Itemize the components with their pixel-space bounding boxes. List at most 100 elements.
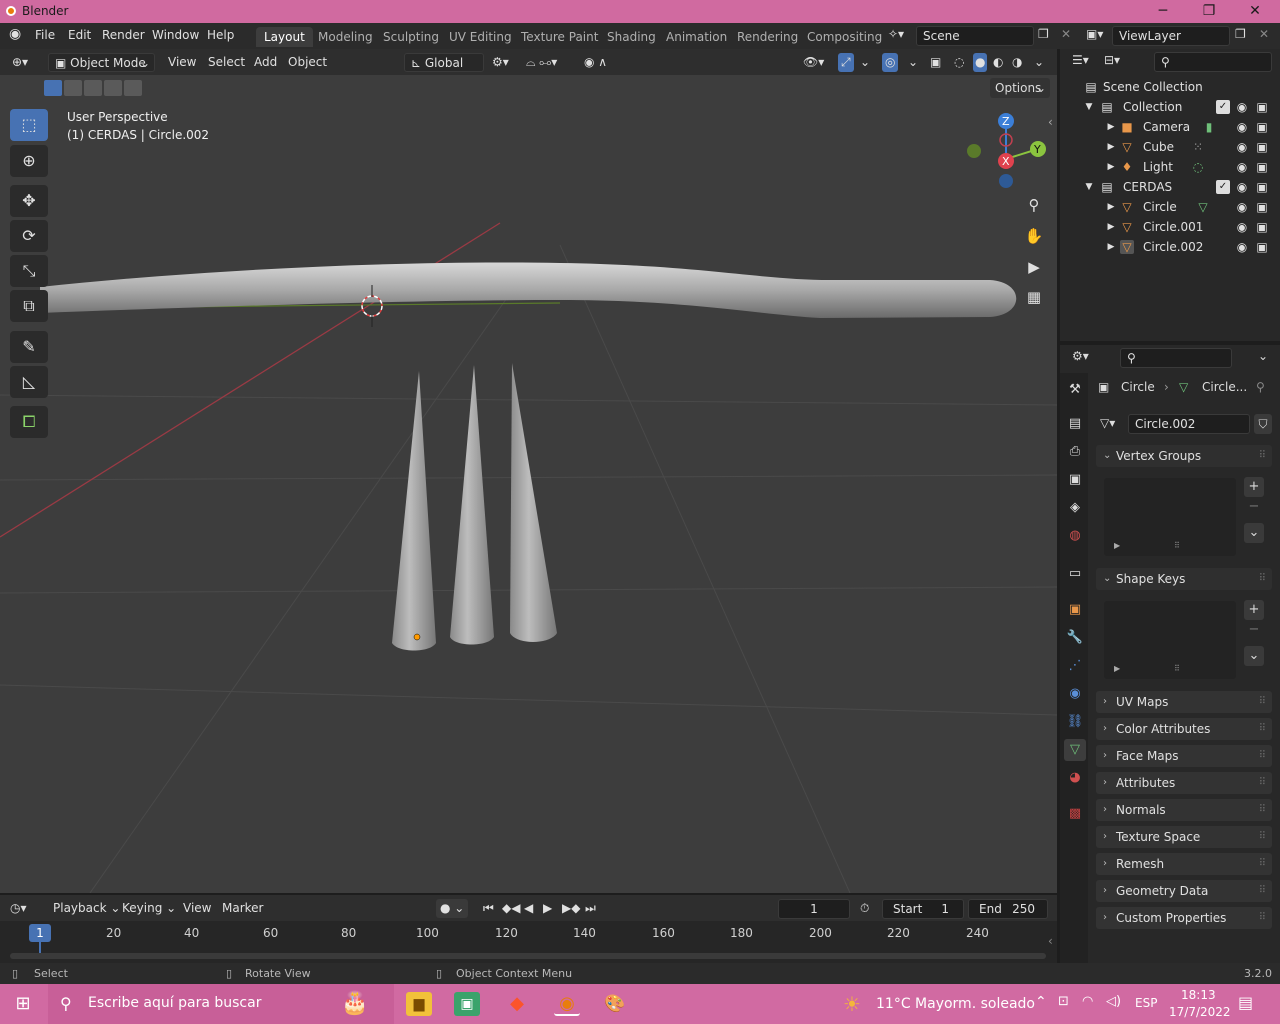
eye-icon[interactable]: ◉ xyxy=(1235,240,1249,254)
render-camera-icon[interactable]: ▣ xyxy=(1255,200,1269,214)
menu-select[interactable]: Select xyxy=(208,53,245,72)
timeline[interactable]: 1 20 40 60 80 100 120 140 160 180 200 22… xyxy=(0,921,1057,963)
tab-texture-paint[interactable]: Texture Paint xyxy=(513,27,606,47)
play-icon[interactable]: ▶ xyxy=(543,899,552,918)
tab-sculpting[interactable]: Sculpting xyxy=(375,27,447,47)
expand-arrow-icon[interactable]: ▶ xyxy=(1104,120,1118,134)
outliner-row-circle-001[interactable]: ▶ ▽ Circle.001 ◉ ▣ xyxy=(1060,217,1280,237)
paint-app-icon[interactable]: 🎨 xyxy=(602,992,628,1016)
timeline-editor-icon[interactable]: ◷▾ xyxy=(10,899,27,918)
gizmo-dropdown-icon[interactable]: ⌄ xyxy=(860,53,870,72)
outliner-row-cerdas[interactable]: ▼ ▤ CERDAS ✓ ◉ ▣ xyxy=(1060,177,1280,197)
render-camera-icon[interactable]: ▣ xyxy=(1255,180,1269,194)
menu-object[interactable]: Object xyxy=(288,53,327,72)
camera-view-icon[interactable]: ▶ xyxy=(1020,253,1048,281)
outliner-row-collection[interactable]: ▼ ▤ Collection ✓ ◉ ▣ xyxy=(1060,97,1280,117)
outliner-row-circle-002[interactable]: ▶ ▽ Circle.002 ◉ ▣ xyxy=(1060,237,1280,257)
weather-text[interactable]: 11°C Mayorm. soleado xyxy=(876,996,1035,1012)
network-icon[interactable]: ⊡ xyxy=(1058,994,1069,1009)
move-tool[interactable]: ✥ xyxy=(10,185,48,217)
overlay-dropdown-icon[interactable]: ⌄ xyxy=(908,53,918,72)
clock-date[interactable]: 17/7/2022 xyxy=(1169,1005,1231,1019)
expand-arrow-icon[interactable]: ▶ xyxy=(1104,200,1118,214)
scene-tab-icon[interactable]: ◈ xyxy=(1064,497,1086,519)
vertex-group-specials-button[interactable]: ⌄ xyxy=(1244,523,1264,543)
panel-vertex-groups[interactable]: ⌄ Vertex Groups ⠿ xyxy=(1096,445,1272,467)
panel-shape-keys[interactable]: ⌄ Shape Keys ⠿ xyxy=(1096,568,1272,590)
eye-icon[interactable]: ◉ xyxy=(1235,160,1249,174)
editor-type-icon[interactable]: ⊕▾ xyxy=(12,53,28,72)
expand-arrow-icon[interactable]: ▼ xyxy=(1082,180,1096,194)
expand-arrow-icon[interactable]: ▶ xyxy=(1114,664,1120,673)
language-indicator[interactable]: ESP xyxy=(1135,996,1157,1010)
fake-user-shield-icon[interactable]: ⛉ xyxy=(1254,414,1272,434)
render-camera-icon[interactable]: ▣ xyxy=(1255,160,1269,174)
drag-grip-icon[interactable]: ⠿ xyxy=(1259,568,1266,590)
world-tab-icon[interactable]: ◍ xyxy=(1064,525,1086,547)
menu-add[interactable]: Add xyxy=(254,53,277,72)
view-layer-tab-icon[interactable]: ▣ xyxy=(1064,469,1086,491)
jump-end-icon[interactable]: ⏭ xyxy=(585,899,596,918)
eye-icon[interactable]: ◉ xyxy=(1235,180,1249,194)
end-frame-field[interactable]: End 250 xyxy=(968,899,1048,919)
menu-marker[interactable]: Marker xyxy=(222,899,263,918)
pin-icon[interactable]: ⚲ xyxy=(1256,380,1265,394)
vertex-groups-list[interactable]: ▶ ⠿ xyxy=(1104,478,1236,556)
new-view-layer-icon[interactable]: ❐ xyxy=(1235,27,1246,41)
mode-dropdown[interactable]: ▣ Object Mode ⌄ xyxy=(48,53,155,72)
mesh-browse-icon[interactable]: ▽▾ xyxy=(1100,416,1115,430)
tool-tab-icon[interactable]: ⚒ xyxy=(1064,379,1086,401)
file-explorer-icon[interactable]: ▆ xyxy=(406,992,432,1016)
render-camera-icon[interactable]: ▣ xyxy=(1255,240,1269,254)
resize-grip-icon[interactable]: ⠿ xyxy=(1174,541,1180,550)
taskbar-search-box[interactable]: ⚲ Escribe aquí para buscar 🎂 xyxy=(48,984,394,1024)
chevron-down-icon[interactable]: ⌄ xyxy=(1258,349,1268,363)
wifi-icon[interactable]: ◠ xyxy=(1082,994,1093,1009)
data-tab-icon[interactable]: ▽ xyxy=(1064,739,1086,761)
expand-arrow-icon[interactable]: ▼ xyxy=(1082,100,1096,114)
eye-icon[interactable]: ◉ xyxy=(1235,100,1249,114)
minimize-button[interactable]: ─ xyxy=(1140,0,1186,23)
3d-viewport[interactable]: User Perspective (1) CERDAS | Circle.002… xyxy=(0,75,1057,893)
drag-grip-icon[interactable]: ⠿ xyxy=(1259,745,1266,767)
timeline-scrollbar[interactable] xyxy=(10,953,1046,959)
eye-icon[interactable]: ◉ xyxy=(1235,120,1249,134)
tab-layout[interactable]: Layout xyxy=(256,27,313,47)
photos-app-icon[interactable]: ▣ xyxy=(454,992,480,1016)
remove-vertex-group-button[interactable]: − xyxy=(1244,497,1264,517)
select-intersect-icon[interactable] xyxy=(124,80,142,96)
view-layer-icon[interactable]: ▣▾ xyxy=(1086,27,1103,41)
constraints-tab-icon[interactable]: ⛓ xyxy=(1064,711,1086,733)
tab-modeling[interactable]: Modeling xyxy=(310,27,381,47)
material-shading-icon[interactable]: ◐ xyxy=(993,53,1003,72)
overlay-toggle-icon[interactable]: ◎ xyxy=(882,53,899,72)
menu-playback[interactable]: Playback ⌄ xyxy=(53,899,120,918)
menu-edit[interactable]: Edit xyxy=(68,28,91,42)
properties-search-input[interactable]: ⚲ xyxy=(1120,348,1232,368)
drag-grip-icon[interactable]: ⠿ xyxy=(1259,718,1266,740)
blender-menu-icon[interactable]: ◉ xyxy=(9,26,21,42)
render-camera-icon[interactable]: ▣ xyxy=(1255,120,1269,134)
annotate-tool[interactable]: ✎ xyxy=(10,331,48,363)
zoom-icon[interactable]: ⚲ xyxy=(1020,191,1048,219)
scene-collection-row[interactable]: ▤ Scene Collection xyxy=(1060,77,1280,97)
drag-grip-icon[interactable]: ⠿ xyxy=(1259,799,1266,821)
expand-arrow-icon[interactable]: ▶ xyxy=(1104,160,1118,174)
prev-keyframe-icon[interactable]: ◆◀ xyxy=(502,899,520,918)
gizmo-toggle-icon[interactable]: ⤢ xyxy=(838,53,854,72)
brave-browser-icon[interactable]: ◆ xyxy=(504,992,530,1016)
add-shape-key-button[interactable]: + xyxy=(1244,600,1264,620)
scene-field[interactable]: Scene xyxy=(916,26,1034,46)
shape-key-specials-button[interactable]: ⌄ xyxy=(1244,646,1264,666)
tab-shading[interactable]: Shading xyxy=(599,27,664,47)
panel-custom-properties[interactable]: › Custom Properties ⠿ xyxy=(1096,907,1272,929)
tab-animation[interactable]: Animation xyxy=(658,27,735,47)
resize-grip-icon[interactable]: ⠿ xyxy=(1174,664,1180,673)
expand-arrow-icon[interactable]: ▶ xyxy=(1104,240,1118,254)
panel-uv-maps[interactable]: › UV Maps ⠿ xyxy=(1096,691,1272,713)
outliner-row-circle[interactable]: ▶ ▽ Circle ▽ ◉ ▣ xyxy=(1060,197,1280,217)
panel-texture-space[interactable]: › Texture Space ⠿ xyxy=(1096,826,1272,848)
rotate-tool[interactable]: ⟳ xyxy=(10,220,48,252)
particles-tab-icon[interactable]: ⋰ xyxy=(1064,655,1086,677)
windows-start-icon[interactable]: ⊞ xyxy=(10,992,36,1016)
